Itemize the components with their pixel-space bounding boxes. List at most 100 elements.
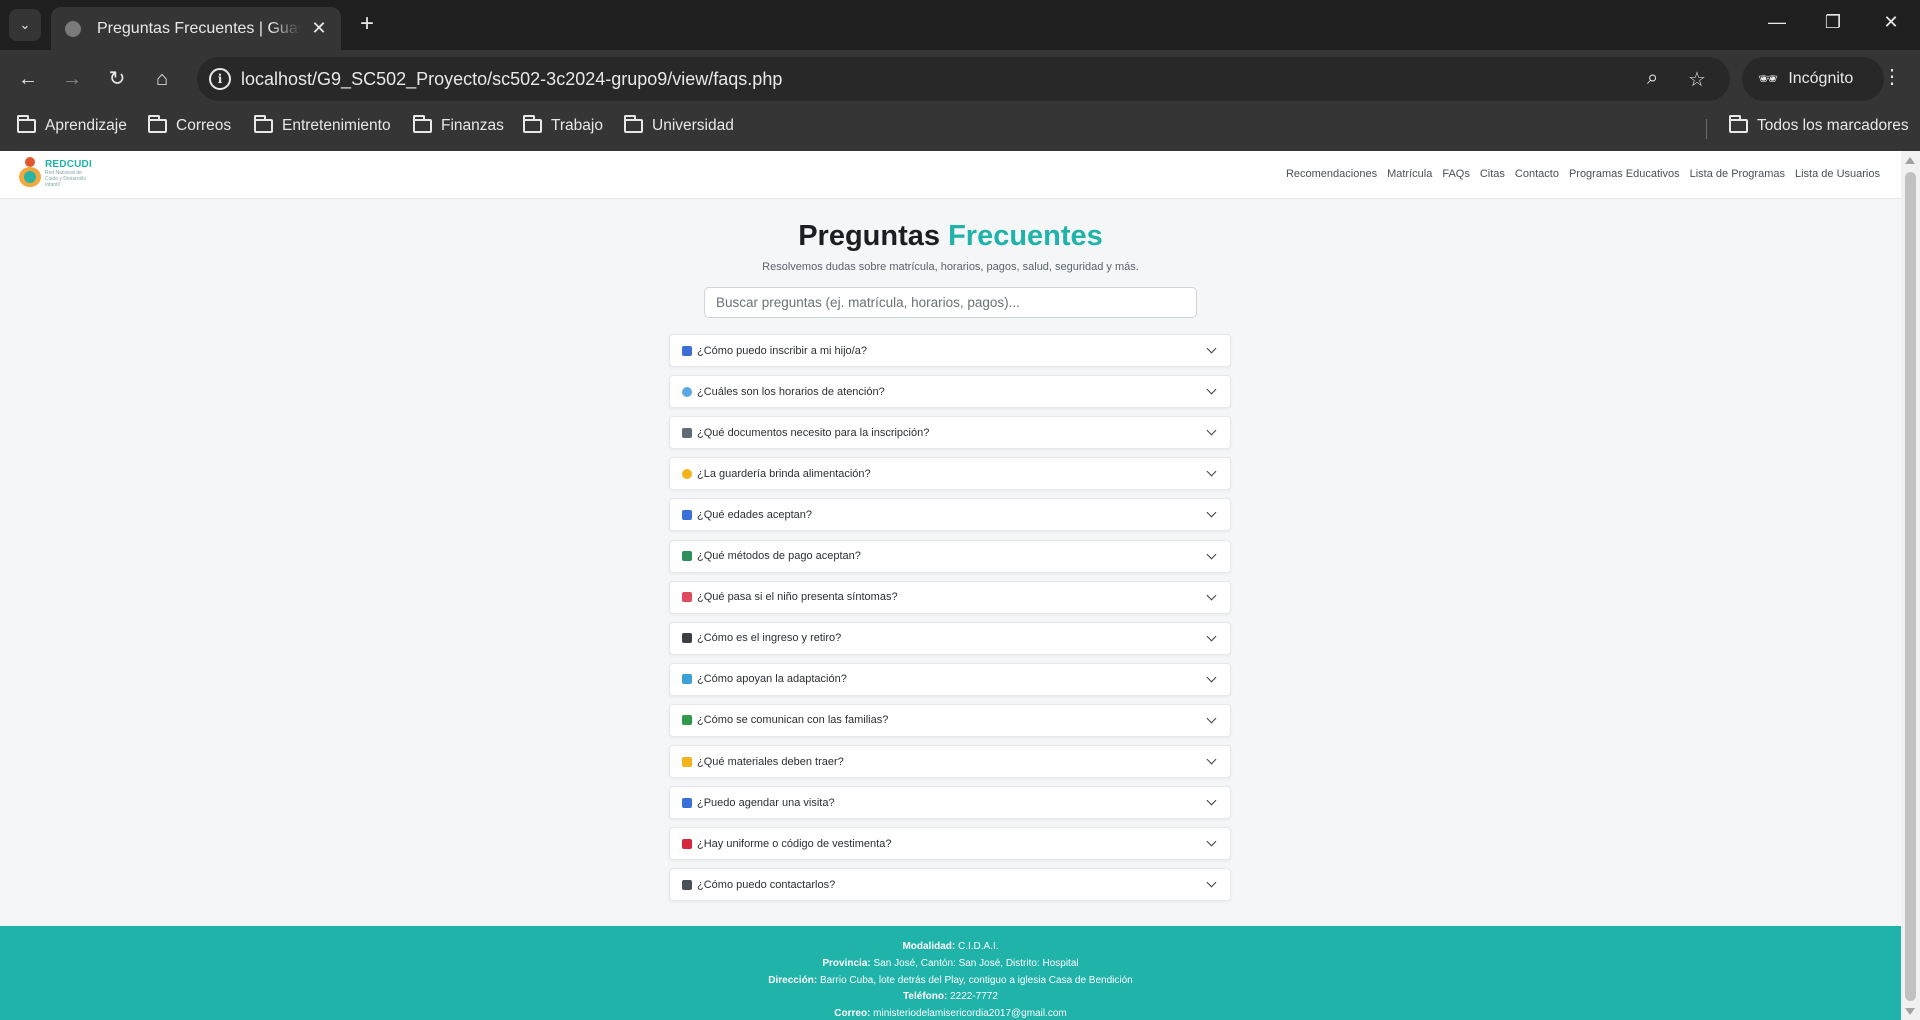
- faq-item[interactable]: ¿Qué métodos de pago aceptan?: [669, 539, 1231, 573]
- chevron-down-icon[interactable]: [1206, 384, 1217, 395]
- url-text[interactable]: localhost/G9_SC502_Proyecto/sc502-3c2024…: [241, 69, 782, 90]
- nav-link-lista-programas[interactable]: Lista de Programas: [1690, 168, 1785, 180]
- faq-question: ¿Puedo agendar una visita?: [697, 796, 835, 809]
- faq-question: ¿Cómo apoyan la adaptación?: [697, 673, 847, 686]
- faq-item[interactable]: ¿Cómo puedo inscribir a mi hijo/a?: [669, 334, 1231, 367]
- chevron-down-icon[interactable]: [1206, 425, 1217, 436]
- all-bookmarks-button[interactable]: Todos los marcadores: [1729, 115, 1909, 135]
- faq-item[interactable]: ¿Qué edades aceptan?: [669, 498, 1231, 532]
- site-info-icon[interactable]: i: [209, 68, 231, 90]
- site-footer: Modalidad: C.I.D.A.I. Provincia: San Jos…: [0, 926, 1901, 1020]
- faq-question: ¿Hay uniforme o código de vestimenta?: [697, 837, 892, 850]
- chevron-down-icon[interactable]: [1206, 836, 1217, 847]
- money-hand-icon: [682, 551, 692, 561]
- faq-item[interactable]: ¿Cómo se comunican con las familias?: [669, 703, 1231, 737]
- chevron-down-icon[interactable]: [1206, 877, 1217, 888]
- faq-item[interactable]: ¿Hay uniforme o código de vestimenta?: [669, 827, 1231, 861]
- folder-icon: [523, 115, 542, 133]
- forward-arrow-icon[interactable]: →: [57, 64, 87, 94]
- site-navbar: REDCUDI Red Nacional de Cuido y Desarrol…: [0, 151, 1901, 199]
- reload-icon[interactable]: ↻: [102, 64, 132, 94]
- address-bar[interactable]: i localhost/G9_SC502_Proyecto/sc502-3c20…: [197, 57, 1730, 101]
- site-nav-links: Recomendaciones Matrícula FAQs Citas Con…: [1286, 168, 1880, 180]
- bookmark-folder[interactable]: Correos: [148, 115, 232, 135]
- faq-question: ¿Qué edades aceptan?: [697, 508, 812, 521]
- faq-item[interactable]: ¿Cómo puedo contactarlos?: [669, 868, 1231, 902]
- faq-item[interactable]: ¿Puedo agendar una visita?: [669, 786, 1231, 820]
- logo-name: REDCUDI: [45, 158, 92, 170]
- zoom-icon[interactable]: ⌕: [1647, 67, 1658, 90]
- nav-link-programas-educativos[interactable]: Programas Educativos: [1569, 168, 1680, 180]
- footer-line: Provincia: San José, Cantón: San José, D…: [822, 957, 1079, 969]
- bookmark-folder[interactable]: Aprendizaje: [17, 115, 127, 135]
- faq-question: ¿Cuáles son los horarios de atención?: [697, 385, 885, 398]
- window-close-icon[interactable]: ✕: [1876, 12, 1906, 33]
- active-tab[interactable]: Preguntas Frecuentes | Guardería ✕: [51, 7, 341, 50]
- chevron-down-icon[interactable]: [1206, 507, 1217, 518]
- scrollbar-thumb[interactable]: [1905, 172, 1916, 1001]
- faq-item[interactable]: ¿Cuáles son los horarios de atención?: [669, 375, 1231, 409]
- site-logo[interactable]: REDCUDI Red Nacional de Cuido y Desarrol…: [18, 157, 92, 189]
- bookmark-folder[interactable]: Trabajo: [523, 115, 603, 135]
- bookmark-star-icon[interactable]: ☆: [1688, 67, 1706, 92]
- new-tab-button[interactable]: +: [354, 12, 380, 38]
- scroll-up-arrow-icon[interactable]: [1905, 157, 1915, 164]
- chevron-down-icon[interactable]: [1206, 713, 1217, 724]
- bookmark-folder[interactable]: Finanzas: [413, 115, 504, 135]
- bookmark-label: Correos: [176, 117, 232, 134]
- minimize-icon[interactable]: —: [1762, 12, 1792, 33]
- page-viewport: REDCUDI Red Nacional de Cuido y Desarrol…: [0, 151, 1920, 1020]
- calendar-icon: [682, 797, 692, 808]
- incognito-profile-button[interactable]: 🕶 Incógnito: [1742, 57, 1884, 101]
- nav-link-contacto[interactable]: Contacto: [1515, 168, 1559, 180]
- folder-icon: [254, 115, 273, 133]
- chat-bubbles-icon: [682, 715, 692, 726]
- restore-icon[interactable]: ❐: [1818, 12, 1848, 33]
- chevron-down-icon[interactable]: [1206, 343, 1217, 354]
- bookmark-folder[interactable]: Entretenimiento: [254, 115, 391, 135]
- bookmark-label: Finanzas: [441, 117, 504, 134]
- nav-link-matricula[interactable]: Matrícula: [1387, 168, 1432, 180]
- faq-item[interactable]: ¿La guardería brinda alimentación?: [669, 457, 1231, 491]
- faq-item[interactable]: ¿Qué materiales deben traer?: [669, 745, 1231, 778]
- redcudi-logo-icon: [18, 157, 42, 189]
- bookmark-label: Aprendizaje: [45, 117, 127, 134]
- tab-title: Preguntas Frecuentes | Guardería: [97, 19, 301, 37]
- browser-tabstrip: ⌄ Preguntas Frecuentes | Guardería ✕ + —…: [0, 0, 1920, 50]
- nav-link-lista-usuarios[interactable]: Lista de Usuarios: [1795, 168, 1880, 180]
- bookmarks-divider: [1706, 119, 1707, 139]
- chevron-down-icon[interactable]: [1206, 672, 1217, 683]
- faq-question: ¿Qué materiales deben traer?: [697, 755, 844, 768]
- folder-icon: [148, 115, 167, 133]
- clock-icon: [682, 386, 692, 397]
- tab-search-chevron-icon[interactable]: ⌄: [9, 9, 41, 41]
- home-icon[interactable]: ⌂: [147, 64, 177, 94]
- bookmarks-bar: Aprendizaje Correos Entretenimiento Fina…: [0, 107, 1920, 151]
- bookmark-folder[interactable]: Universidad: [624, 115, 734, 135]
- folder-icon: [1729, 115, 1748, 133]
- faq-search-input[interactable]: [704, 287, 1197, 318]
- scroll-down-arrow-icon[interactable]: [1905, 1008, 1915, 1015]
- nav-link-recomendaciones[interactable]: Recomendaciones: [1286, 168, 1377, 180]
- close-tab-icon[interactable]: ✕: [309, 18, 329, 39]
- chevron-down-icon[interactable]: [1206, 590, 1217, 601]
- back-arrow-icon[interactable]: ←: [13, 64, 43, 94]
- faq-item[interactable]: ¿Cómo apoyan la adaptación?: [669, 662, 1231, 696]
- faq-question: ¿Cómo es el ingreso y retiro?: [697, 632, 842, 645]
- faq-item[interactable]: ¿Qué pasa si el niño presenta síntomas?: [669, 580, 1231, 614]
- page-scrollbar[interactable]: [1901, 151, 1920, 1020]
- chevron-down-icon[interactable]: [1206, 795, 1217, 806]
- nav-link-citas[interactable]: Citas: [1480, 168, 1505, 180]
- chevron-down-icon[interactable]: [1206, 754, 1217, 765]
- faq-item[interactable]: ¿Qué documentos necesito para la inscrip…: [669, 416, 1231, 450]
- chevron-down-icon[interactable]: [1206, 466, 1217, 477]
- faq-question: ¿Qué pasa si el niño presenta síntomas?: [697, 591, 898, 604]
- shirt-icon: [682, 838, 692, 849]
- chevron-down-icon[interactable]: [1206, 549, 1217, 559]
- faq-question: ¿Qué documentos necesito para la inscrip…: [697, 426, 930, 439]
- chevron-down-icon[interactable]: [1206, 631, 1217, 642]
- nav-link-faqs[interactable]: FAQs: [1442, 168, 1470, 180]
- faq-item[interactable]: ¿Cómo es el ingreso y retiro?: [669, 621, 1231, 655]
- page-title-accent: Frecuentes: [948, 220, 1103, 252]
- browser-menu-icon[interactable]: ⋮: [1880, 64, 1904, 89]
